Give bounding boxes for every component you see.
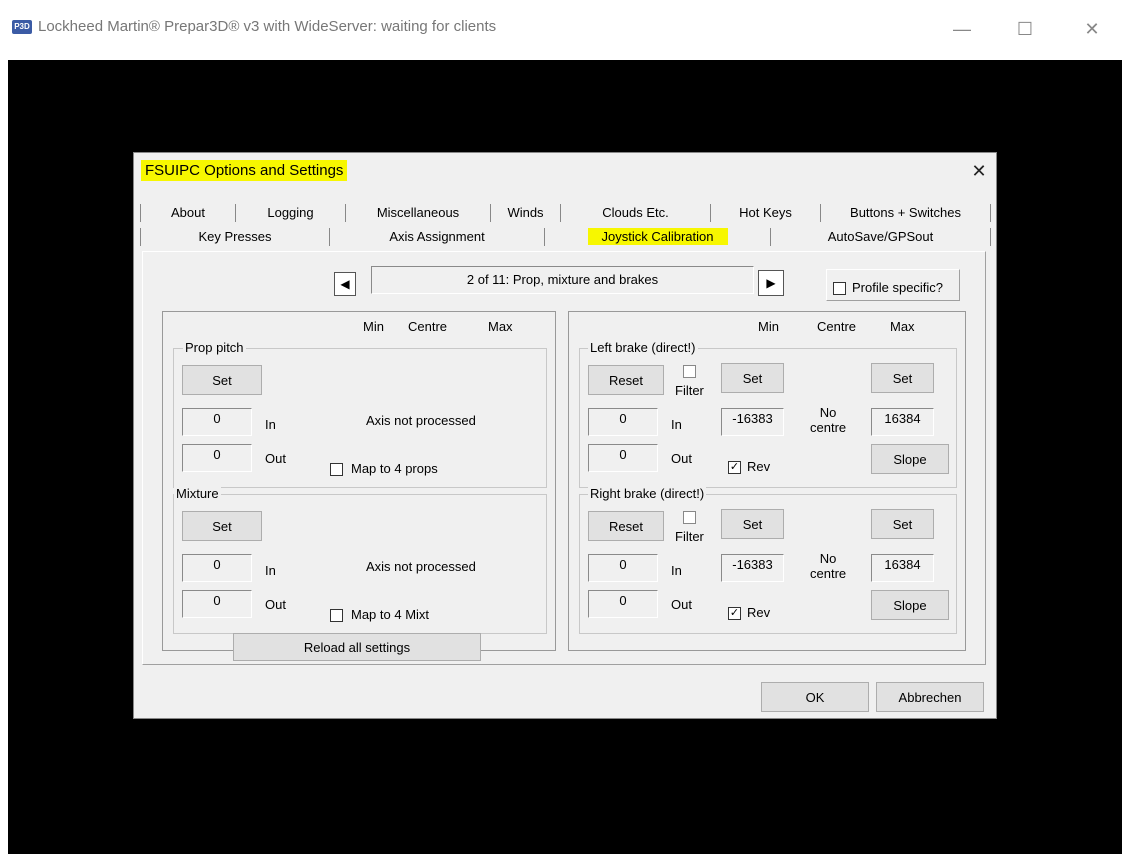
mixture-out-label: Out xyxy=(265,597,286,612)
header-centre-right: Centre xyxy=(817,319,857,334)
cancel-button[interactable]: Abbrechen xyxy=(876,682,984,712)
fsuipc-dialog: FSUIPC Options and Settings ✕ About Logg… xyxy=(133,152,997,719)
prop-pitch-legend: Prop pitch xyxy=(183,340,246,355)
mixture-status: Axis not processed xyxy=(366,559,476,574)
left-brake-rev-checkbox[interactable]: ✓ xyxy=(728,461,741,474)
page-label: 2 of 11: Prop, mixture and brakes xyxy=(371,266,754,294)
prop-pitch-in-field: 0 xyxy=(182,408,252,436)
right-brake-max-field: 16384 xyxy=(871,554,934,582)
next-page-button[interactable]: ▶ xyxy=(758,270,784,296)
app-titlebar: P3D Lockheed Martin® Prepar3D® v3 with W… xyxy=(0,0,1122,60)
mixture-in-label: In xyxy=(265,563,276,578)
right-brake-out-label: Out xyxy=(671,597,692,612)
header-max-right: Max xyxy=(890,319,915,334)
tab-axis-assignment[interactable]: Axis Assignment xyxy=(330,228,545,246)
right-panel: Min Centre Max Left brake (direct!) Rese… xyxy=(568,311,966,651)
dialog-close-icon[interactable]: ✕ xyxy=(969,161,989,181)
prop-pitch-set-button[interactable]: Set xyxy=(182,365,262,395)
tab-miscellaneous[interactable]: Miscellaneous xyxy=(346,204,491,222)
header-max: Max xyxy=(488,319,513,334)
tab-joystick-calibration[interactable]: Joystick Calibration xyxy=(545,228,770,246)
left-brake-set-min-button[interactable]: Set xyxy=(721,363,784,393)
left-brake-slope-button[interactable]: Slope xyxy=(871,444,949,474)
right-brake-out-field: 0 xyxy=(588,590,658,618)
mixture-out-field: 0 xyxy=(182,590,252,618)
right-brake-set-min-button[interactable]: Set xyxy=(721,509,784,539)
right-brake-legend: Right brake (direct!) xyxy=(588,486,707,501)
map-4-mixt-label: Map to 4 Mixt xyxy=(351,607,430,622)
left-brake-out-label: Out xyxy=(671,451,692,466)
left-brake-out-field: 0 xyxy=(588,444,658,472)
tab-row-1: About Logging Miscellaneous Winds Clouds… xyxy=(140,204,991,222)
tab-row-2: Key Presses Axis Assignment Joystick Cal… xyxy=(140,228,991,246)
right-brake-set-max-button[interactable]: Set xyxy=(871,509,934,539)
mixture-in-field: 0 xyxy=(182,554,252,582)
tab-joystick-calibration-label: Joystick Calibration xyxy=(587,228,728,245)
left-brake-max-field: 16384 xyxy=(871,408,934,436)
header-centre: Centre xyxy=(408,319,448,334)
tab-clouds[interactable]: Clouds Etc. xyxy=(561,204,711,222)
mixture-legend: Mixture xyxy=(174,486,221,501)
left-brake-min-field: -16383 xyxy=(721,408,784,436)
mixture-set-button[interactable]: Set xyxy=(182,511,262,541)
page-label-text: 2 of 11: Prop, mixture and brakes xyxy=(466,272,659,287)
left-brake-set-max-button[interactable]: Set xyxy=(871,363,934,393)
profile-specific-checkbox[interactable] xyxy=(833,282,846,295)
left-panel: Min Centre Max Prop pitch Set 0 In Axis … xyxy=(162,311,556,661)
tab-key-presses[interactable]: Key Presses xyxy=(140,228,330,246)
right-brake-centre-text: No centre xyxy=(810,551,847,581)
left-brake-rev-label: Rev xyxy=(747,459,771,474)
app-window-title: Lockheed Martin® Prepar3D® v3 with WideS… xyxy=(38,18,497,35)
tab-hot-keys[interactable]: Hot Keys xyxy=(711,204,821,222)
maximize-icon[interactable]: ☐ xyxy=(1005,14,1045,44)
left-brake-legend: Left brake (direct!) xyxy=(588,340,698,355)
map-4-props-checkbox[interactable] xyxy=(330,463,343,476)
prop-pitch-in-label: In xyxy=(265,417,276,432)
right-brake-slope-button[interactable]: Slope xyxy=(871,590,949,620)
tab-about[interactable]: About xyxy=(140,204,236,222)
left-brake-in-label: In xyxy=(671,417,682,432)
dialog-title: FSUIPC Options and Settings xyxy=(141,160,348,181)
left-brake-filter-label: Filter xyxy=(675,383,704,398)
map-4-mixt-checkbox[interactable] xyxy=(330,609,343,622)
prop-pitch-out-label: Out xyxy=(265,451,286,466)
right-brake-reset-button[interactable]: Reset xyxy=(588,511,664,541)
close-icon[interactable]: ✕ xyxy=(1072,14,1112,44)
right-brake-filter-label: Filter xyxy=(675,529,704,544)
right-brake-in-label: In xyxy=(671,563,682,578)
map-4-props-label: Map to 4 props xyxy=(351,461,438,476)
right-brake-in-field: 0 xyxy=(588,554,658,582)
right-brake-rev-label: Rev xyxy=(747,605,771,620)
right-brake-filter-checkbox[interactable] xyxy=(683,511,696,524)
header-min-right: Min xyxy=(758,319,779,334)
profile-specific-label: Profile specific? xyxy=(852,280,944,295)
prop-pitch-status: Axis not processed xyxy=(366,413,476,428)
left-brake-in-field: 0 xyxy=(588,408,658,436)
header-min: Min xyxy=(363,319,384,334)
left-brake-centre-text: No centre xyxy=(810,405,847,435)
reload-settings-button[interactable]: Reload all settings xyxy=(233,633,481,661)
minimize-icon[interactable]: — xyxy=(942,14,982,44)
app-icon: P3D xyxy=(12,20,32,34)
left-brake-reset-button[interactable]: Reset xyxy=(588,365,664,395)
tab-logging[interactable]: Logging xyxy=(236,204,346,222)
prop-pitch-out-field: 0 xyxy=(182,444,252,472)
mixture-group: Mixture Set 0 In Axis not processed 0 Ou… xyxy=(173,486,547,634)
tab-autosave[interactable]: AutoSave/GPSout xyxy=(770,228,991,246)
tab-buttons-switches[interactable]: Buttons + Switches xyxy=(821,204,991,222)
right-brake-rev-checkbox[interactable]: ✓ xyxy=(728,607,741,620)
left-brake-filter-checkbox[interactable] xyxy=(683,365,696,378)
profile-specific-frame: Profile specific? xyxy=(826,269,960,301)
right-brake-min-field: -16383 xyxy=(721,554,784,582)
prev-page-button[interactable]: ◀ xyxy=(334,272,356,296)
right-brake-group: Right brake (direct!) Reset Filter Set S… xyxy=(579,486,957,634)
ok-button[interactable]: OK xyxy=(761,682,869,712)
left-brake-group: Left brake (direct!) Reset Filter Set Se… xyxy=(579,340,957,488)
tab-winds[interactable]: Winds xyxy=(491,204,561,222)
prop-pitch-group: Prop pitch Set 0 In Axis not processed 0… xyxy=(173,340,547,488)
